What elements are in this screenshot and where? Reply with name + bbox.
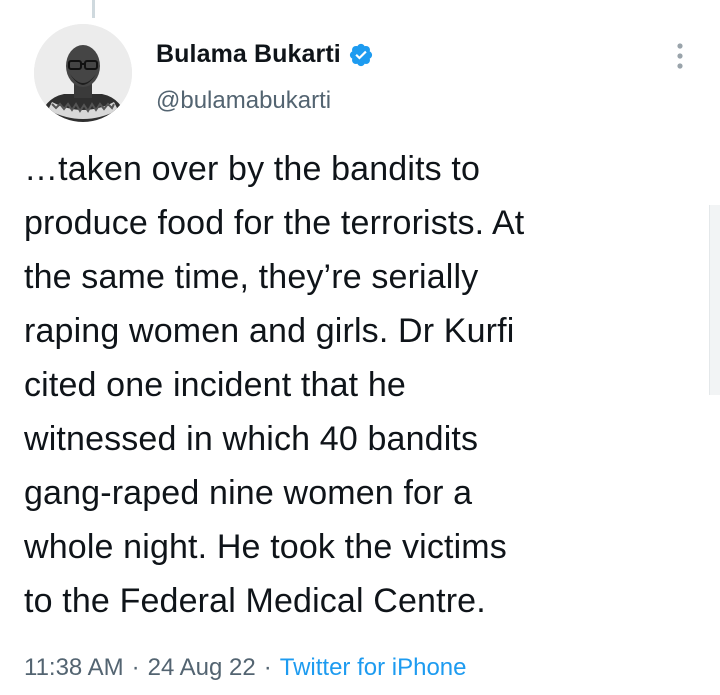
author-handle[interactable]: @bulamabukarti <box>156 87 331 115</box>
meta-separator: · <box>131 654 140 681</box>
tweet-metadata: 11:38 AM · 24 Aug 22 · Twitter for iPhon… <box>24 654 466 682</box>
author-name-row[interactable]: Bulama Bukarti <box>156 40 374 69</box>
scrollbar[interactable] <box>709 205 720 395</box>
verified-badge-icon <box>348 42 374 68</box>
avatar[interactable] <box>34 24 132 122</box>
tweet-time[interactable]: 11:38 AM <box>24 654 124 682</box>
tweet-source-link[interactable]: Twitter for iPhone <box>280 654 467 682</box>
tweet-date[interactable]: 24 Aug 22 <box>148 654 256 682</box>
thread-connector-line <box>92 0 95 18</box>
more-options-icon[interactable] <box>668 40 692 72</box>
tweet-text: …taken over by the bandits to produce fo… <box>24 150 525 620</box>
author-display-name[interactable]: Bulama Bukarti <box>156 40 341 69</box>
avatar-image <box>34 24 132 122</box>
meta-separator: · <box>263 654 272 681</box>
